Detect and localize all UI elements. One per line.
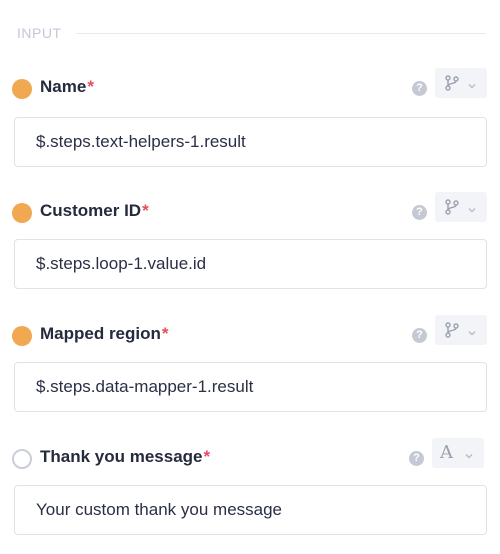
required-marker: *: [203, 447, 211, 466]
required-marker: *: [87, 77, 94, 96]
value-type-dropdown[interactable]: [435, 68, 487, 98]
chevron-down-icon: [467, 325, 477, 343]
field-label-text: Thank you message: [40, 447, 203, 466]
required-marker: *: [142, 201, 149, 220]
branch-icon: [444, 199, 460, 215]
chevron-down-icon: [467, 202, 477, 220]
section-title: INPUT: [17, 25, 62, 41]
field-customer-id: Customer ID* ?: [0, 192, 500, 302]
section-divider: [76, 33, 486, 34]
field-label-text: Name: [40, 77, 87, 96]
field-label: Name*: [40, 77, 94, 97]
status-dot: [12, 79, 32, 99]
help-icon[interactable]: ?: [409, 451, 424, 466]
field-label: Mapped region*: [40, 324, 169, 344]
status-dot: [12, 326, 32, 346]
text-icon: A: [440, 442, 453, 463]
value-type-dropdown[interactable]: [435, 192, 487, 222]
value-type-dropdown[interactable]: A: [432, 438, 484, 468]
branch-icon: [444, 322, 460, 338]
status-dot: [12, 203, 32, 223]
field-thank-you-message: Thank you message* ? A: [0, 438, 500, 548]
help-icon[interactable]: ?: [412, 205, 427, 220]
chevron-down-icon: [467, 78, 477, 96]
thank-you-message-value-input[interactable]: [14, 485, 487, 535]
required-marker: *: [161, 324, 169, 343]
branch-icon: [444, 75, 460, 91]
chevron-down-icon: [464, 448, 474, 466]
field-name: Name* ?: [0, 68, 500, 178]
customer-id-value-input[interactable]: [14, 239, 487, 289]
field-label: Thank you message*: [40, 447, 210, 467]
help-icon[interactable]: ?: [412, 81, 427, 96]
field-label: Customer ID*: [40, 201, 149, 221]
value-type-dropdown[interactable]: [435, 315, 487, 345]
help-icon[interactable]: ?: [412, 328, 427, 343]
field-label-text: Mapped region: [40, 324, 161, 343]
field-label-text: Customer ID: [40, 201, 142, 220]
mapped-region-value-input[interactable]: [14, 362, 487, 412]
name-value-input[interactable]: [14, 117, 487, 167]
section-header: INPUT: [0, 22, 500, 46]
field-mapped-region: Mapped region* ?: [0, 315, 500, 425]
status-dot: [12, 449, 32, 469]
